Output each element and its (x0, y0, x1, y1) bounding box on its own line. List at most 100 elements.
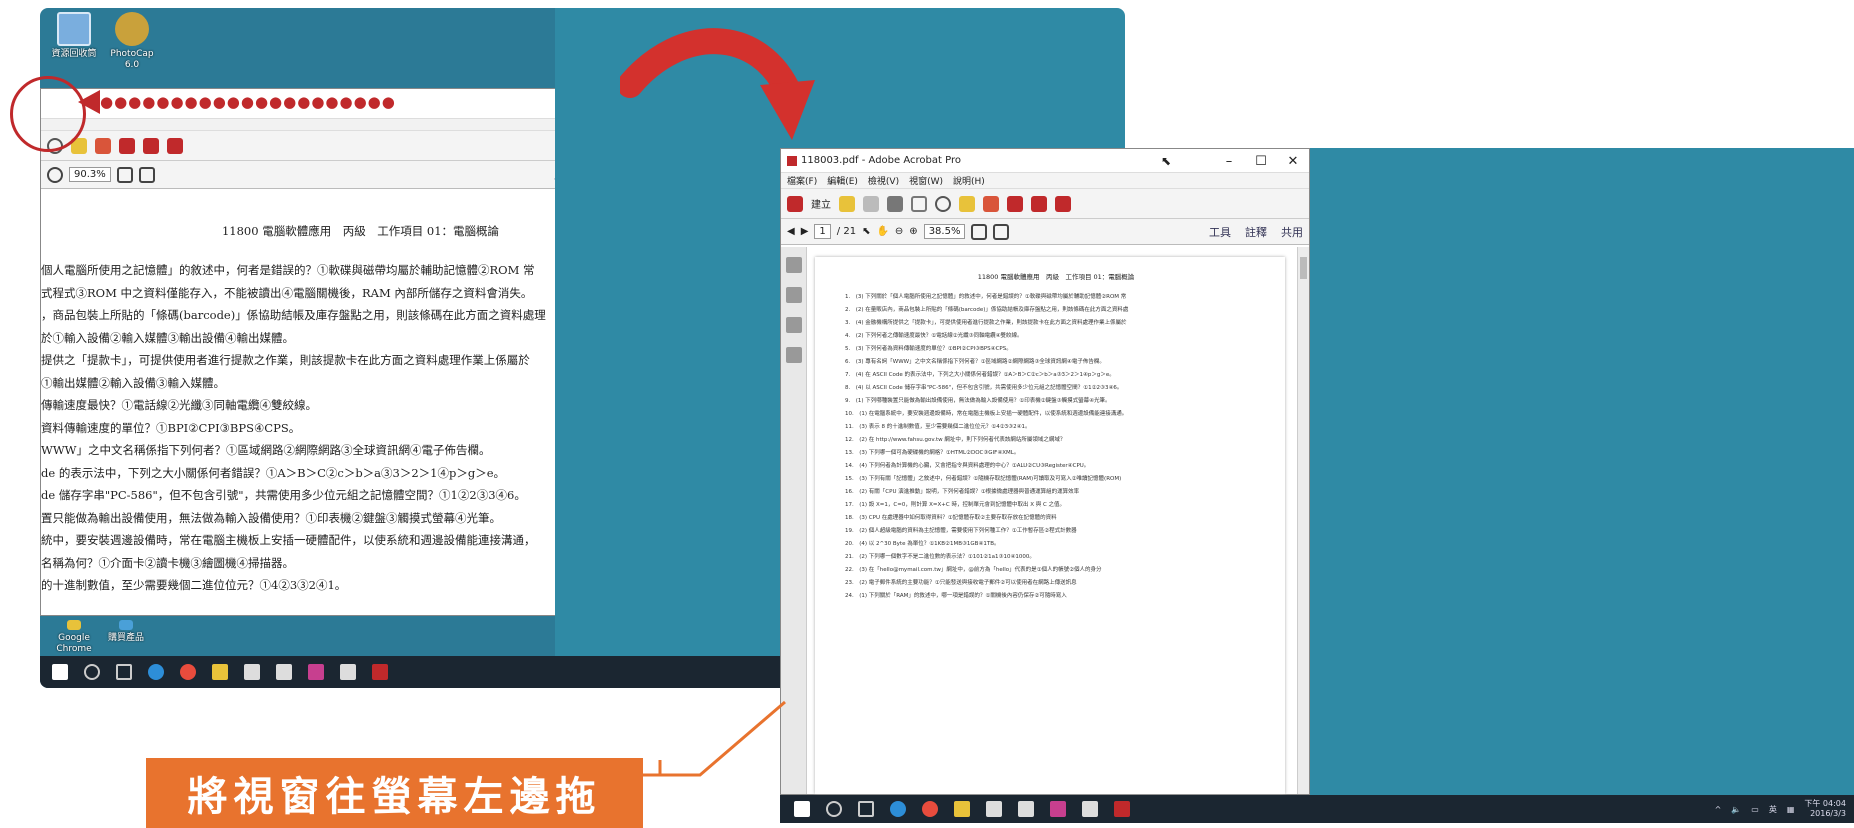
right-taskbar: ^ 🔈 ▭ 英 ▦ 下午 04:04 2016/3/3 (780, 795, 1854, 823)
prev-page-icon[interactable]: ◀ (787, 226, 795, 237)
document-title: 11800 電腦軟體應用 丙級 工作項目 01：電腦概論 (977, 273, 1135, 281)
task-view-icon[interactable] (116, 664, 132, 680)
desktop-icon-recycle-bin[interactable]: 資源回收筒 (44, 12, 104, 60)
vertical-scrollbar[interactable] (1297, 247, 1309, 794)
acrobat-taskbar-icon[interactable] (372, 664, 388, 680)
pdf-icon[interactable] (119, 137, 135, 154)
close-icon[interactable]: ✕ (1277, 149, 1309, 173)
bookmarks-icon[interactable] (785, 287, 802, 303)
attachments-icon[interactable] (785, 317, 802, 333)
pdf-icon[interactable] (1007, 195, 1023, 212)
media-icon[interactable] (1050, 801, 1066, 817)
select-tool-icon[interactable]: ⬉ (862, 226, 870, 237)
combine-icon[interactable] (1055, 195, 1071, 212)
comment-icon[interactable] (959, 195, 975, 212)
media-icon[interactable] (308, 664, 324, 680)
keyboard-icon[interactable]: ▦ (1787, 805, 1795, 814)
zoom-out-icon[interactable]: ⊖ (895, 226, 903, 237)
document-line: 9. (1) 下列哪種裝置只能做為輸出設備使用，無法做為輸入設備使用？①印表機②… (845, 398, 1111, 404)
print-icon[interactable] (887, 195, 903, 212)
chrome-taskbar-icon[interactable] (180, 664, 196, 680)
window-titlebar[interactable]: 118003.pdf - Adobe Acrobat Pro ⬉ – ☐ ✕ (781, 149, 1309, 173)
acrobat-taskbar-icon[interactable] (1114, 801, 1130, 817)
comment-link[interactable]: 註釋 (1245, 224, 1267, 240)
store-taskbar-icon[interactable] (986, 801, 1002, 817)
mouse-cursor-icon: ⬉ (1161, 154, 1172, 168)
nav-toolbar: ◀ ▶ 1 / 21 ⬉ ✋ ⊖ ⊕ 38.5% 工具 註釋 共用 (781, 219, 1309, 245)
email-icon[interactable] (911, 195, 927, 212)
file-explorer-icon[interactable] (212, 664, 228, 680)
document-line: 16. (2) 有關「CPU 演進推動」說明，下列何者錯誤？①根據微處理器與普通… (845, 489, 1080, 495)
document-line: 18. (3) CPU 在處理器中如何取得資料？①記憶體存取②主要存取存放在記憶… (845, 515, 1057, 521)
combine-icon[interactable] (167, 137, 183, 154)
create-button[interactable]: 建立 (811, 196, 831, 211)
document-line: 個人電腦所使用之記憶體」的敘述中，何者是錯誤的？①軟碟與磁帶均屬於輔助記憶體②R… (41, 263, 535, 277)
desktop-icon-chrome[interactable]: Google Chrome (44, 620, 104, 655)
search-icon[interactable] (84, 664, 100, 680)
windows-start-icon[interactable] (52, 664, 68, 680)
hand-tool-icon[interactable]: ✋ (876, 226, 888, 237)
open-folder-icon[interactable] (839, 195, 855, 212)
document-line: 13. (3) 下列哪一個可為硬碟機的網格？①HTML②DOC③GIF④XML。 (845, 450, 1020, 456)
left-acrobat-window[interactable]: – ☐ ✕ 90.3% 工具 註釋 共用 11800 電腦軟體應用 丙級 工作 (40, 88, 595, 616)
document-lines: 1. (3) 下列關於「個人電腦所使用之記憶體」的敘述中，何者是錯誤的？①軟碟與… (845, 291, 1267, 603)
menu-window[interactable]: 視窗(W) (909, 174, 943, 187)
export-icon[interactable] (1031, 195, 1047, 212)
zoom-select[interactable]: 90.3% (69, 167, 111, 182)
menu-view[interactable]: 檢視(V) (868, 174, 899, 187)
network-icon[interactable]: ▭ (1751, 805, 1759, 814)
task-view-icon[interactable] (858, 801, 874, 817)
windows-start-icon[interactable] (794, 801, 810, 817)
mail-icon[interactable] (276, 664, 292, 680)
zoom-in-icon[interactable]: ⊕ (909, 226, 917, 237)
scroll-thumb[interactable] (1300, 257, 1307, 279)
comments-panel-icon[interactable] (785, 347, 802, 363)
zoom-in-icon[interactable] (47, 166, 63, 183)
page-number-input[interactable]: 1 (814, 224, 831, 239)
menu-file[interactable]: 檔案(F) (787, 174, 817, 187)
document-line: 3. (4) 金融機構所提供之「提款卡」，可提供使用者進行提款之作業，則該提款卡… (845, 320, 1127, 326)
export-icon[interactable] (143, 137, 159, 154)
mail-icon[interactable] (1018, 801, 1034, 817)
store-taskbar-icon[interactable] (244, 664, 260, 680)
ime-indicator[interactable]: 英 (1769, 804, 1777, 815)
menubar: 檔案(F) 編輯(E) 檢視(V) 視窗(W) 說明(H) (781, 173, 1309, 189)
maximize-icon[interactable]: ☐ (1245, 149, 1277, 173)
tools-link[interactable]: 工具 (1209, 224, 1231, 240)
chrome-taskbar-icon[interactable] (922, 801, 938, 817)
tray-chevron-icon[interactable]: ^ (1715, 805, 1722, 814)
menu-edit[interactable]: 編輯(E) (827, 174, 858, 187)
right-screenshot: 118003.pdf - Adobe Acrobat Pro ⬉ – ☐ ✕ 檔… (780, 148, 1854, 823)
create-pdf-icon[interactable] (787, 195, 803, 212)
photos-icon[interactable] (340, 664, 356, 680)
page-width-icon[interactable] (138, 166, 155, 183)
share-link[interactable]: 共用 (1281, 224, 1303, 240)
callout-connector (643, 700, 786, 777)
clock[interactable]: 下午 04:04 2016/3/3 (1804, 799, 1846, 819)
minimize-icon[interactable]: – (1213, 149, 1245, 173)
desktop-icon-photocap[interactable]: PhotoCap 6.0 (102, 12, 162, 71)
edge-icon[interactable] (890, 801, 906, 817)
page-thumbnails-icon[interactable] (785, 257, 802, 273)
page-width-icon[interactable] (993, 223, 1010, 240)
next-page-icon[interactable]: ▶ (801, 226, 809, 237)
volume-icon[interactable]: 🔈 (1731, 805, 1741, 814)
page-fit-icon[interactable] (116, 166, 133, 183)
page-fit-icon[interactable] (971, 223, 988, 240)
document-line: 19. (2) 個人超級電腦的資料為主記憶體，需要使用下列何種工作？①工作暫存區… (845, 528, 1077, 534)
photos-icon[interactable] (1082, 801, 1098, 817)
document-line: 21. (2) 下列哪一個數字不是二進位數的表示法？①101②1a1③10④10… (845, 554, 1035, 560)
search-icon[interactable] (826, 801, 842, 817)
gear-icon[interactable] (935, 195, 951, 212)
file-explorer-icon[interactable] (954, 801, 970, 817)
menu-help[interactable]: 說明(H) (953, 174, 985, 187)
menubar (41, 119, 595, 131)
right-acrobat-window[interactable]: 118003.pdf - Adobe Acrobat Pro ⬉ – ☐ ✕ 檔… (780, 148, 1310, 795)
stamp-icon[interactable] (95, 137, 111, 154)
desktop-icon-store[interactable]: 購買產品 (96, 620, 156, 644)
instruction-callout: 將視窗往螢幕左邊拖 (146, 758, 643, 828)
edge-icon[interactable] (148, 664, 164, 680)
zoom-select[interactable]: 38.5% (923, 224, 966, 239)
stamp-icon[interactable] (983, 195, 999, 212)
save-icon[interactable] (863, 195, 879, 212)
